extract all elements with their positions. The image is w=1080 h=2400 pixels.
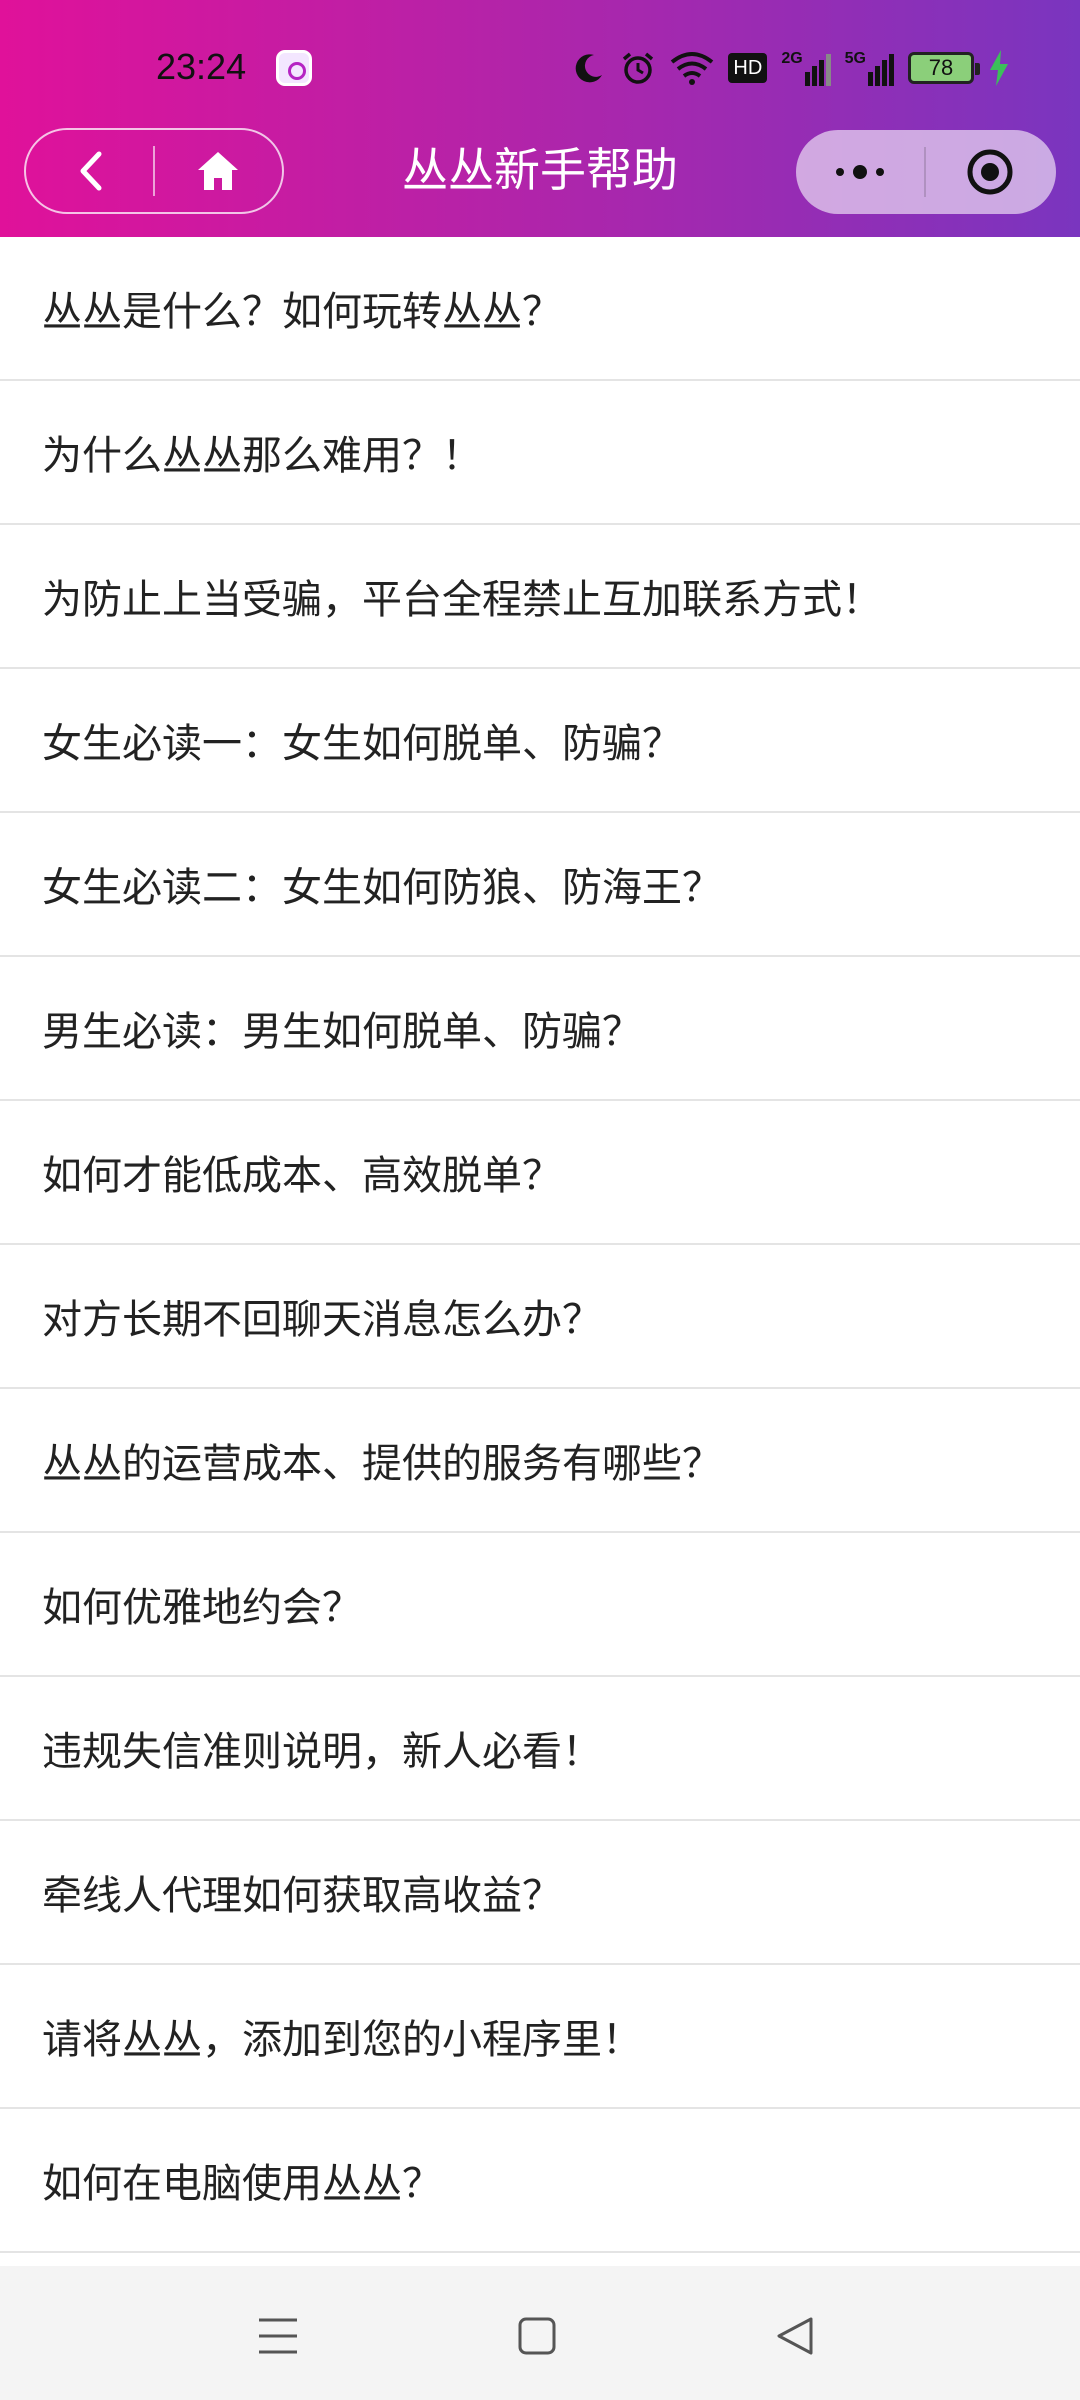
- help-item[interactable]: 丛丛是什么？如何玩转丛丛？: [0, 237, 1080, 381]
- recent-apps-button[interactable]: [238, 2296, 318, 2376]
- signal-5g: 5G: [845, 50, 894, 86]
- signal-2g-label: 2G: [781, 50, 803, 67]
- mini-program-nav-bar: 丛丛新手帮助: [0, 128, 1080, 218]
- hd-badge: HD: [728, 53, 768, 83]
- target-circle-icon: [967, 149, 1013, 195]
- nav-capsule-left: [24, 128, 284, 214]
- help-item[interactable]: 丛丛的运营成本、提供的服务有哪些？: [0, 1389, 1080, 1533]
- help-item[interactable]: 对方长期不回聊天消息怎么办？: [0, 1245, 1080, 1389]
- signal-5g-label: 5G: [844, 50, 866, 67]
- status-time: 23:24: [156, 46, 247, 87]
- help-item[interactable]: 如何在电脑使用丛丛？: [0, 2109, 1080, 2253]
- moon-icon: [576, 54, 603, 83]
- back-system-button[interactable]: [755, 2296, 835, 2376]
- help-item[interactable]: 牵线人代理如何获取高收益？: [0, 1821, 1080, 1965]
- help-item[interactable]: 为防止上当受骗，平台全程禁止互加联系方式！: [0, 525, 1080, 669]
- home-icon: [198, 152, 239, 190]
- help-item[interactable]: 如何优雅地约会？: [0, 1533, 1080, 1677]
- page-title: 丛丛新手帮助: [402, 143, 678, 197]
- help-item[interactable]: 女生必读二：女生如何防狼、防海王？: [0, 813, 1080, 957]
- help-list: 丛丛是什么？如何玩转丛丛？ 为什么丛丛那么难用？！ 为防止上当受骗，平台全程禁止…: [0, 237, 1080, 2253]
- nav-capsule-right: [796, 130, 1056, 214]
- back-button[interactable]: [26, 128, 153, 214]
- charging-bolt-icon: [990, 50, 1008, 86]
- triangle-back-icon: [777, 2317, 813, 2355]
- chevron-left-icon: [80, 151, 101, 191]
- system-navigation-bar: [0, 2266, 1080, 2400]
- alarm-icon: [623, 52, 654, 84]
- help-item[interactable]: 如何才能低成本、高效脱单？: [0, 1101, 1080, 1245]
- help-item[interactable]: 男生必读：男生如何脱单、防骗？: [0, 957, 1080, 1101]
- status-bar: 23:24 HD 2G 5G 78: [0, 0, 1080, 130]
- close-mini-program-button[interactable]: [926, 130, 1054, 214]
- wifi-icon: [671, 52, 714, 85]
- app-notification-icon: [276, 50, 312, 86]
- more-dots-icon: [836, 165, 884, 179]
- help-item[interactable]: 为什么丛丛那么难用？！: [0, 381, 1080, 525]
- menu-lines-icon: [259, 2318, 297, 2354]
- battery-indicator: 78: [908, 52, 980, 84]
- home-system-button[interactable]: [497, 2296, 577, 2376]
- help-item[interactable]: 违规失信准则说明，新人必看！: [0, 1677, 1080, 1821]
- help-item[interactable]: 请将丛丛，添加到您的小程序里！: [0, 1965, 1080, 2109]
- help-item[interactable]: 女生必读一：女生如何脱单、防骗？: [0, 669, 1080, 813]
- home-button[interactable]: [155, 128, 282, 214]
- more-menu-button[interactable]: [796, 130, 924, 214]
- signal-2g: 2G: [781, 50, 831, 86]
- square-icon: [518, 2317, 556, 2355]
- status-icons: HD 2G 5G 78: [572, 48, 1010, 88]
- header-gradient: 23:24 HD 2G 5G 78 丛丛新手帮助: [0, 0, 1080, 237]
